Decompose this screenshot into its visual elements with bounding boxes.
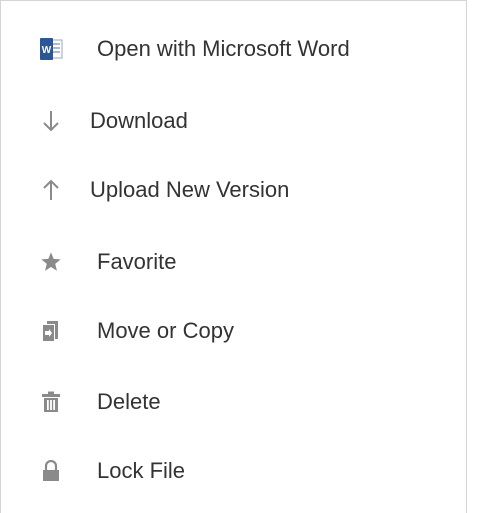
menu-item-label: Download [90,108,188,133]
menu-item-upload-new-version[interactable]: Upload New Version [1,165,467,215]
star-icon [39,250,63,274]
menu-item-favorite[interactable]: Favorite [1,237,467,287]
menu-item-label: Open with Microsoft Word [97,36,350,61]
menu-item-label: Upload New Version [90,177,290,202]
context-menu: W Open with Microsoft Word Download Uplo… [0,0,467,513]
move-copy-icon [39,319,63,343]
menu-item-download[interactable]: Download [1,96,467,146]
menu-item-label: Move or Copy [97,318,234,343]
upload-arrow-icon [39,178,63,202]
menu-item-delete[interactable]: Delete [1,377,467,427]
trash-icon [39,390,63,414]
menu-item-label: Lock File [97,458,186,483]
microsoft-word-icon: W [39,37,63,61]
lock-icon [39,459,63,483]
svg-text:W: W [42,45,52,56]
menu-item-label: Delete [97,389,161,414]
menu-item-open-with-word[interactable]: W Open with Microsoft Word [1,24,467,74]
menu-item-label: Favorite [97,249,177,274]
menu-item-move-or-copy[interactable]: Move or Copy [1,306,467,356]
download-arrow-icon [39,109,63,133]
menu-item-lock-file[interactable]: Lock File [1,446,467,496]
